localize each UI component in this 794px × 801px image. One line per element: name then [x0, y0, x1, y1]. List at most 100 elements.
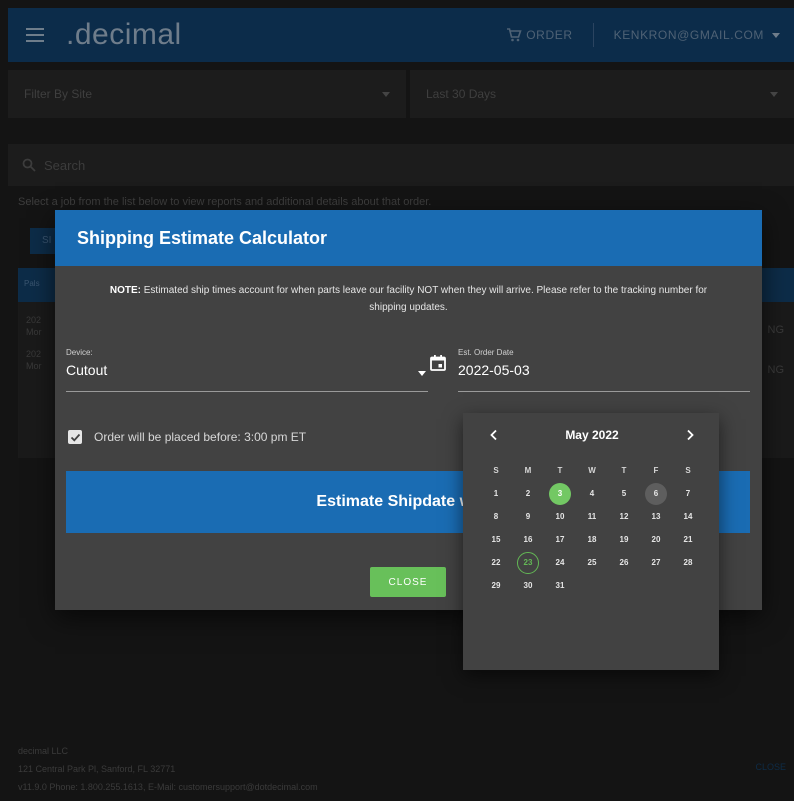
site-filter-select[interactable]: Filter By Site [8, 70, 406, 118]
weekday-label: M [524, 466, 532, 475]
weekday-label: W [588, 466, 596, 475]
day-9[interactable]: 9 [512, 505, 544, 528]
day-number: 20 [651, 535, 661, 544]
footer-link[interactable]: CLOSE [755, 762, 786, 772]
day-19[interactable]: 19 [608, 528, 640, 551]
search-placeholder: Search [44, 157, 86, 173]
day-2[interactable]: 2 [512, 482, 544, 505]
chevron-right-icon[interactable] [683, 428, 697, 442]
day-14[interactable]: 14 [672, 505, 704, 528]
chevron-down-icon [418, 371, 426, 376]
job-list-hint: Select a job from the list below to view… [18, 196, 432, 208]
shopping-cart-icon [507, 28, 522, 42]
day-24[interactable]: 24 [544, 551, 576, 574]
chevron-down-icon [382, 91, 390, 97]
day-31[interactable]: 31 [544, 574, 576, 597]
footer-contact: v11.9.0 Phone: 1.800.255.1613, E-Mail: c… [18, 782, 318, 792]
day-number: 10 [555, 512, 565, 521]
day-number: 16 [523, 535, 533, 544]
weekday-label: F [653, 466, 659, 475]
device-select[interactable]: Device: Cutout [66, 348, 428, 392]
day-6[interactable]: 6 [640, 482, 672, 505]
day-number: 15 [491, 535, 501, 544]
day-number: 22 [491, 558, 501, 567]
day-23[interactable]: 23 [512, 551, 544, 574]
app-bar: .decimal ORDER KENKRON@GMAIL.COM [8, 8, 794, 62]
day-number: 11 [587, 512, 597, 521]
day-number: 24 [555, 558, 565, 567]
day-number: 4 [589, 489, 595, 498]
weekday-label: S [493, 466, 499, 475]
order-date-input[interactable]: Est. Order Date 2022-05-03 [458, 348, 750, 392]
empty-day-cell [672, 574, 704, 597]
row-status-fragment: NG [767, 364, 785, 376]
site-filter-placeholder: Filter By Site [24, 87, 93, 101]
day-20[interactable]: 20 [640, 528, 672, 551]
empty-day-cell [608, 574, 640, 597]
before-cutoff-checkbox[interactable] [68, 430, 82, 444]
user-menu[interactable]: KENKRON@GMAIL.COM [614, 28, 780, 42]
before-cutoff-checkbox-row[interactable]: Order will be placed before: 3:00 pm ET [68, 430, 306, 444]
empty-day-cell [640, 574, 672, 597]
day-number: 9 [525, 512, 531, 521]
hamburger-menu-icon[interactable] [26, 28, 44, 42]
date-picker-month[interactable]: May 2022 [565, 428, 618, 442]
day-8[interactable]: 8 [480, 505, 512, 528]
day-number: 14 [683, 512, 693, 521]
day-number: 28 [683, 558, 693, 567]
date-range-value: Last 30 Days [426, 87, 497, 101]
day-15[interactable]: 15 [480, 528, 512, 551]
day-number: 2 [525, 489, 531, 498]
day-number: 26 [619, 558, 629, 567]
calendar-icon[interactable] [429, 354, 447, 372]
before-cutoff-label: Order will be placed before: 3:00 pm ET [94, 430, 307, 444]
day-number: 23 [517, 551, 539, 574]
note-label: NOTE: [109, 285, 141, 296]
day-number: 8 [493, 512, 499, 521]
close-button[interactable]: CLOSE [370, 567, 446, 597]
day-16[interactable]: 16 [512, 528, 544, 551]
date-picker: May 2022 S M T W T F S 1 2 3 4 5 6 7 8 9 10 11 12 13 14 15 16 1… [463, 413, 719, 670]
day-7[interactable]: 7 [672, 482, 704, 505]
dialog-title: Shipping Estimate Calculator [55, 210, 762, 266]
day-28[interactable]: 28 [672, 551, 704, 574]
day-17[interactable]: 17 [544, 528, 576, 551]
day-4[interactable]: 4 [576, 482, 608, 505]
day-13[interactable]: 13 [640, 505, 672, 528]
day-number: 17 [555, 535, 565, 544]
day-1[interactable]: 1 [480, 482, 512, 505]
day-10[interactable]: 10 [544, 505, 576, 528]
day-number: 1 [493, 489, 499, 498]
day-number: 25 [587, 558, 597, 567]
user-email: KENKRON@GMAIL.COM [613, 28, 764, 42]
day-5[interactable]: 5 [608, 482, 640, 505]
day-18[interactable]: 18 [576, 528, 608, 551]
day-29[interactable]: 29 [480, 574, 512, 597]
day-number: 21 [683, 535, 693, 544]
date-picker-header: May 2022 [463, 423, 719, 447]
day-30[interactable]: 30 [512, 574, 544, 597]
day-26[interactable]: 26 [608, 551, 640, 574]
weekday-label: T [557, 466, 563, 475]
app-bar-actions: ORDER KENKRON@GMAIL.COM [506, 8, 794, 62]
day-11[interactable]: 11 [576, 505, 608, 528]
day-number: 18 [587, 535, 597, 544]
order-date-label: Est. Order Date [458, 348, 514, 357]
day-number: 27 [651, 558, 661, 567]
day-25[interactable]: 25 [576, 551, 608, 574]
day-3[interactable]: 3 [544, 482, 576, 505]
day-22[interactable]: 22 [480, 551, 512, 574]
day-27[interactable]: 27 [640, 551, 672, 574]
date-range-select[interactable]: Last 30 Days [410, 70, 794, 118]
day-12[interactable]: 12 [608, 505, 640, 528]
app-logo[interactable]: .decimal [66, 18, 182, 52]
device-value: Cutout [66, 362, 108, 378]
dialog-note: NOTE: Estimated ship times account for w… [99, 282, 718, 316]
footer: decimal LLC 121 Central Park Pl, Sanford… [18, 742, 318, 796]
search-icon [22, 158, 36, 172]
day-21[interactable]: 21 [672, 528, 704, 551]
search-input[interactable]: Search [8, 144, 794, 186]
order-link[interactable]: ORDER [506, 28, 592, 42]
row-status-fragment: NG [767, 324, 785, 336]
chevron-left-icon[interactable] [487, 428, 501, 442]
